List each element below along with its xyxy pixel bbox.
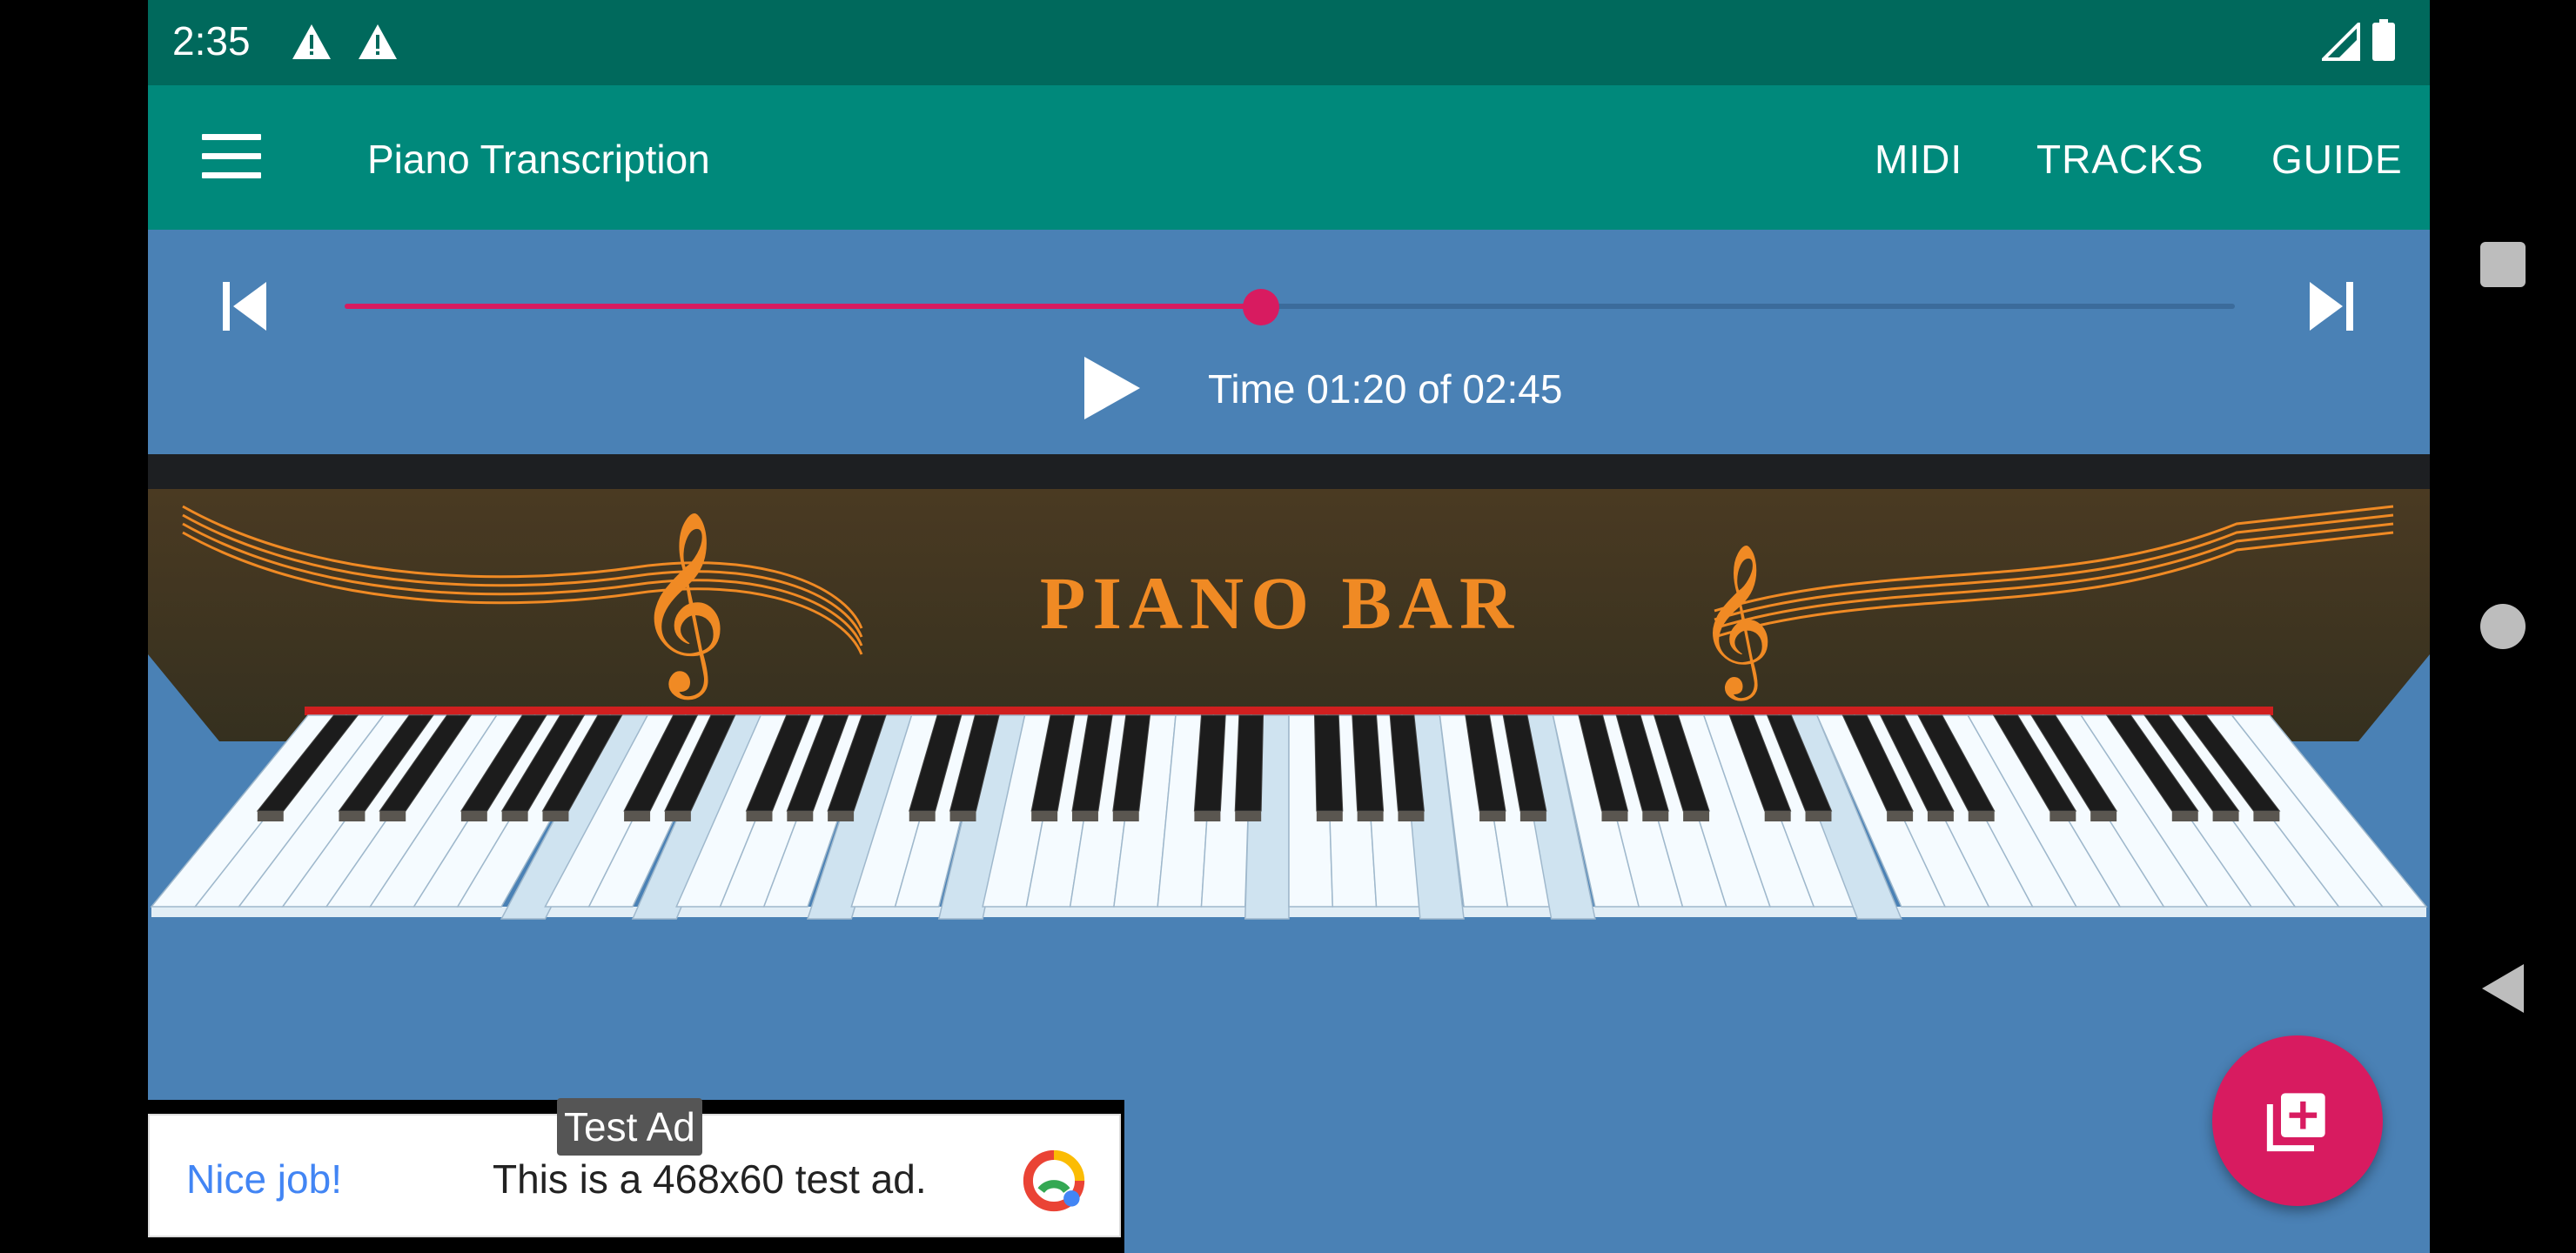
treble-clef-icon: 𝄞 — [1697, 543, 1774, 701]
piano-brand: PIANO BAR — [1040, 561, 1520, 645]
back-triangle-icon[interactable] — [2479, 962, 2527, 1015]
seek-slider[interactable] — [345, 289, 2235, 325]
black-key-front — [1071, 811, 1098, 821]
guide-button[interactable]: GUIDE — [2271, 136, 2403, 183]
app-bar: Piano Transcription MIDI TRACKS GUIDE — [148, 85, 2430, 230]
black-key-front — [664, 811, 691, 821]
app-title: Piano Transcription — [367, 137, 710, 182]
black-key-front — [542, 811, 569, 821]
black-key-front — [1805, 811, 1832, 821]
black-key-front — [1887, 811, 1914, 821]
skip-previous-icon[interactable] — [223, 280, 268, 332]
black-key-front — [2171, 811, 2198, 821]
black-key-front — [1235, 811, 1262, 821]
black-key-front — [1927, 811, 1954, 821]
add-to-library-button[interactable] — [2212, 1035, 2383, 1206]
hamburger-menu-icon[interactable] — [202, 134, 261, 179]
black-key-front — [1479, 811, 1506, 821]
black-key-front — [828, 811, 855, 821]
black-key-front — [460, 811, 487, 821]
black-key[interactable] — [1234, 714, 1265, 812]
piano-keyboard[interactable]: 𝄞 𝄞 PIANO BAR — [148, 454, 2430, 950]
white-keys — [150, 714, 2428, 920]
ad-choices-logo-icon — [1023, 1149, 1085, 1212]
warning-icon — [292, 24, 331, 59]
black-key-front — [1519, 811, 1546, 821]
ad-label: Test Ad — [557, 1098, 702, 1156]
seek-thumb[interactable] — [1243, 289, 1280, 325]
black-key-front — [949, 811, 976, 821]
treble-clef-icon: 𝄞 — [635, 510, 728, 700]
black-key-front — [2212, 811, 2239, 821]
black-key-front — [339, 811, 366, 821]
black-key[interactable] — [1313, 714, 1344, 812]
tracks-button[interactable]: TRACKS — [2036, 136, 2204, 183]
black-key-front — [1194, 811, 1221, 821]
piano-felt — [305, 707, 2273, 715]
battery-icon — [2372, 19, 2395, 61]
black-key-front — [1968, 811, 1995, 821]
black-key-front — [746, 811, 773, 821]
recents-square-icon[interactable] — [2480, 242, 2526, 287]
piano-top-shadow — [148, 454, 2430, 489]
black-key-front — [379, 811, 406, 821]
ad-headline: Nice job! — [186, 1156, 342, 1202]
system-navigation-bar — [2430, 0, 2576, 1253]
midi-button[interactable]: MIDI — [1875, 136, 1962, 183]
skip-next-icon[interactable] — [2308, 280, 2353, 332]
black-key-front — [1316, 811, 1343, 821]
status-time: 2:35 — [172, 18, 251, 64]
black-key-front — [2090, 811, 2117, 821]
black-key-front — [1112, 811, 1139, 821]
warning-icon — [359, 24, 397, 59]
play-icon[interactable] — [1081, 353, 1144, 423]
status-bar: 2:35 — [148, 0, 2430, 85]
black-key-front — [909, 811, 936, 821]
black-key-front — [2049, 811, 2076, 821]
black-key-front — [787, 811, 814, 821]
black-key-front — [257, 811, 284, 821]
black-key-front — [501, 811, 528, 821]
black-key-front — [1683, 811, 1710, 821]
black-key-front — [624, 811, 651, 821]
ad-banner: Nice job! This is a 468x60 test ad. Test… — [148, 1098, 1124, 1253]
seek-progress — [345, 304, 1262, 309]
home-circle-icon[interactable] — [2480, 604, 2526, 649]
black-key-front — [1764, 811, 1791, 821]
black-key-front — [1031, 811, 1058, 821]
add-to-library-icon — [2266, 1093, 2325, 1152]
app-root: 2:35 Piano Transcription MIDI TRACKS GUI… — [148, 0, 2430, 1253]
black-key-front — [1642, 811, 1669, 821]
playback-time: Time 01:20 of 02:45 — [1208, 366, 1563, 412]
black-key-front — [1357, 811, 1384, 821]
black-key-front — [1398, 811, 1425, 821]
signal-icon — [2322, 23, 2360, 61]
black-key-front — [1601, 811, 1628, 821]
ad-description: This is a 468x60 test ad. — [493, 1156, 927, 1202]
black-key-front — [2253, 811, 2280, 821]
